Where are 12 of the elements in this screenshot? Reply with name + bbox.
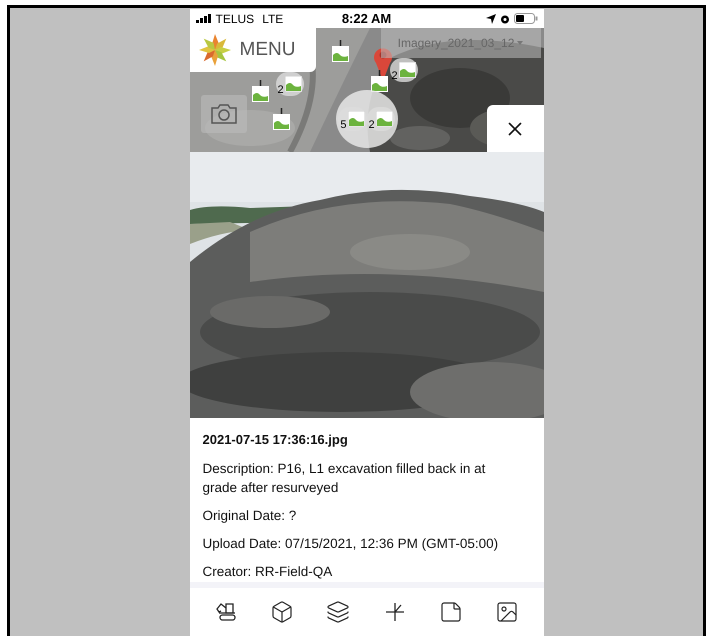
- alarm-icon: [500, 14, 510, 24]
- signal-icon: [196, 14, 212, 23]
- file-name: 2021-07-15 17:36:16.jpg: [202, 432, 349, 447]
- detail-text: Description: P16, L1 excavation filled back in at grade after resurveyed: [202, 460, 486, 497]
- detail-text: Original Date: ?: [202, 507, 298, 525]
- detail-text: Upload Date: 07/15/2021, 12:36 PM (GMT-05:00): [202, 535, 500, 553]
- battery-icon: [514, 13, 538, 24]
- detail-text: Creator: RR-Field-QA: [202, 563, 334, 581]
- location-icon: [486, 14, 496, 24]
- clock-time: 8:22 AM: [342, 11, 392, 26]
- network-type: LTE: [262, 12, 284, 26]
- carrier-name: TELUS: [216, 12, 254, 26]
